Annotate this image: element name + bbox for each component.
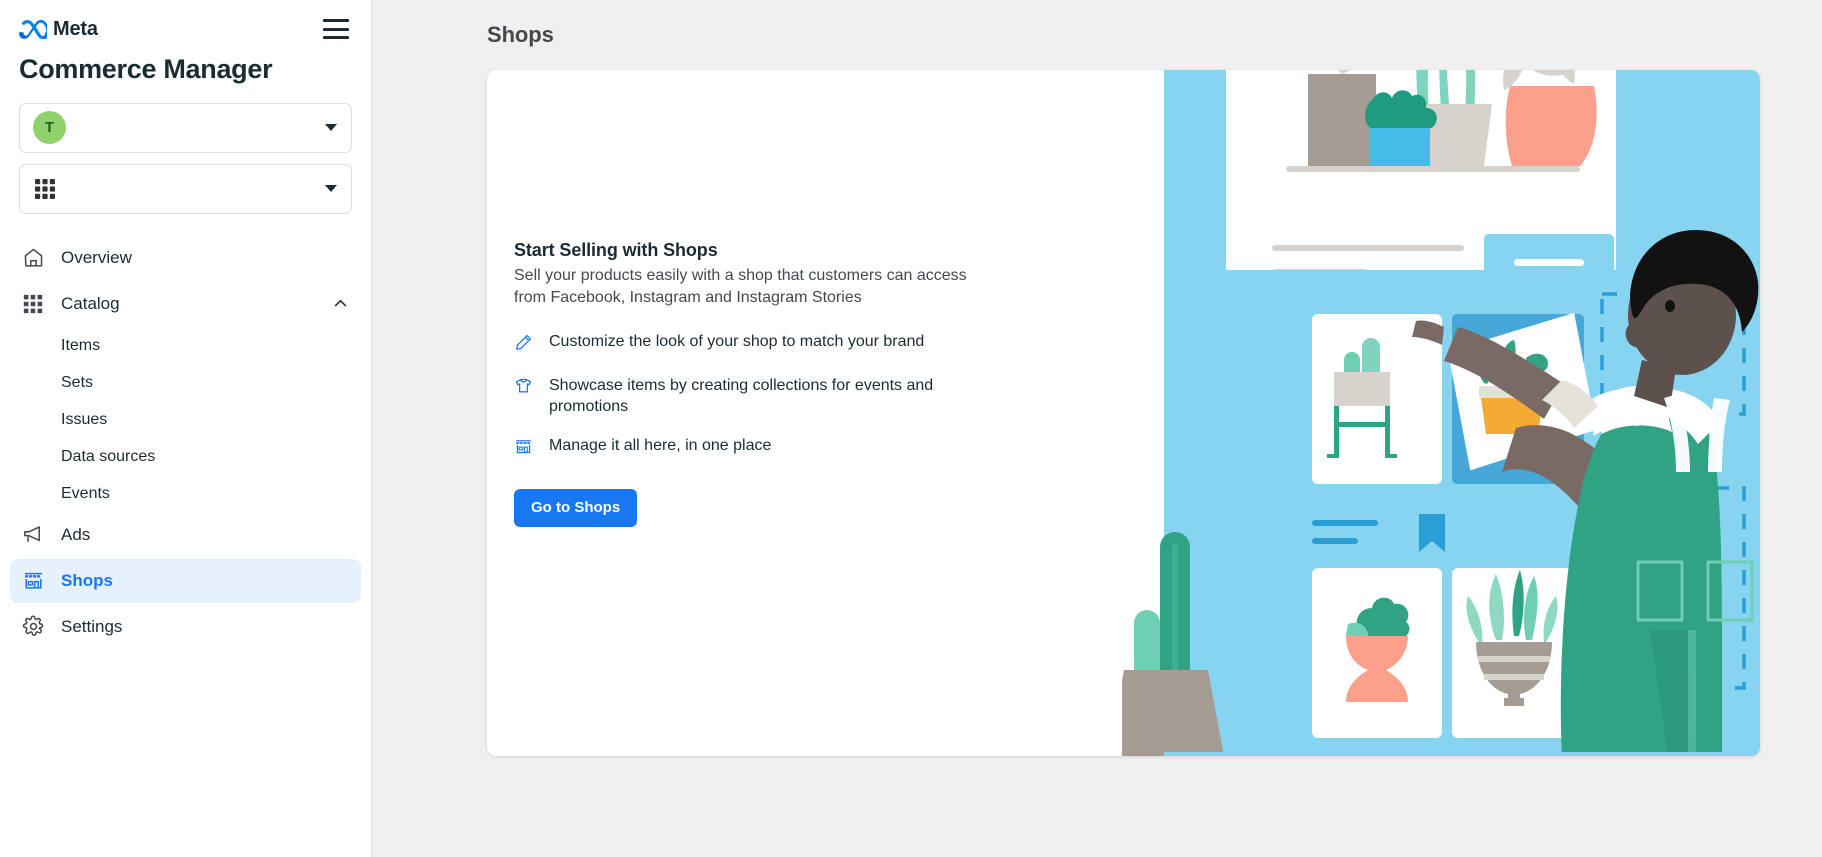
chevron-down-icon: [325, 124, 337, 132]
page-title: Shops: [487, 22, 554, 47]
sidebar-item-ads[interactable]: Ads: [10, 513, 361, 557]
sidebar-header: Meta: [0, 0, 371, 44]
sidebar-item-label: Catalog: [61, 293, 120, 313]
sidebar-item-label: Settings: [61, 616, 123, 636]
sidebar-nav: Overview Catalog Items Sets Issues Data …: [0, 236, 371, 649]
feature-text: Manage it all here, in one place: [549, 436, 772, 454]
sidebar-item-settings[interactable]: Settings: [10, 605, 361, 649]
meta-logo[interactable]: Meta: [19, 19, 98, 39]
feature-text: Showcase items by creating collections f…: [549, 376, 934, 415]
feature-row: Showcase items by creating collections f…: [514, 375, 966, 417]
pencil-icon: [514, 331, 534, 357]
feature-text: Customize the look of your shop to match…: [549, 332, 925, 350]
promo-text-column: Start Selling with Shops Sell your produ…: [487, 70, 1101, 756]
grid-icon: [33, 177, 57, 201]
sidebar-subitem-label: Data sources: [61, 448, 156, 466]
sidebar-item-sets[interactable]: Sets: [10, 365, 361, 402]
grid-icon: [19, 290, 47, 318]
catalog-subnav: Items Sets Issues Data sources Events: [10, 328, 361, 513]
feature-row: Customize the look of your shop to match…: [514, 331, 966, 357]
sidebar-item-events[interactable]: Events: [10, 476, 361, 513]
promo-title: Start Selling with Shops: [514, 240, 718, 260]
storefront-icon: [19, 567, 47, 595]
megaphone-icon: [19, 521, 47, 549]
main-content: Shops Start Selling with Shops Sell your…: [372, 0, 1822, 857]
sidebar-item-label: Ads: [61, 524, 91, 544]
sidebar-item-items[interactable]: Items: [10, 328, 361, 365]
avatar: T: [33, 111, 66, 145]
shops-hero-illustration: [1122, 70, 1760, 756]
gear-icon: [19, 613, 47, 641]
sidebar-item-shops[interactable]: Shops: [10, 558, 361, 603]
product-title: Commerce Manager: [19, 54, 273, 84]
sidebar-subitem-label: Events: [61, 485, 110, 503]
catalog-selector[interactable]: [19, 163, 352, 214]
illustration-svg: [1122, 70, 1760, 756]
business-selector[interactable]: T: [19, 102, 352, 153]
sidebar-subitem-label: Items: [61, 337, 101, 355]
storefront-icon: [514, 435, 534, 461]
sidebar-subitem-label: Sets: [61, 374, 94, 392]
sidebar-item-overview[interactable]: Overview: [10, 236, 361, 280]
home-icon: [19, 244, 47, 272]
sidebar-item-data-sources[interactable]: Data sources: [10, 439, 361, 476]
go-to-shops-button[interactable]: Go to Shops: [514, 488, 638, 527]
chevron-up-icon[interactable]: [332, 295, 349, 312]
app-root: Meta Commerce Manager T Overview Catalog…: [0, 0, 1822, 857]
sidebar-item-issues[interactable]: Issues: [10, 402, 361, 439]
sidebar-item-label: Overview: [61, 247, 132, 267]
sidebar: Meta Commerce Manager T Overview Catalog…: [0, 0, 372, 857]
sidebar-item-label: Shops: [61, 570, 113, 590]
shops-promo-card: Start Selling with Shops Sell your produ…: [487, 70, 1760, 756]
meta-infinity-icon: [19, 19, 47, 39]
sidebar-item-catalog[interactable]: Catalog: [10, 282, 361, 326]
meta-wordmark: Meta: [53, 18, 98, 40]
hamburger-icon[interactable]: [323, 19, 349, 39]
sidebar-subitem-label: Issues: [61, 411, 108, 429]
promo-subtitle: Sell your products easily with a shop th…: [514, 267, 967, 306]
feature-row: Manage it all here, in one place: [514, 435, 966, 461]
chevron-down-icon: [325, 185, 337, 193]
tshirt-icon: [514, 375, 534, 401]
